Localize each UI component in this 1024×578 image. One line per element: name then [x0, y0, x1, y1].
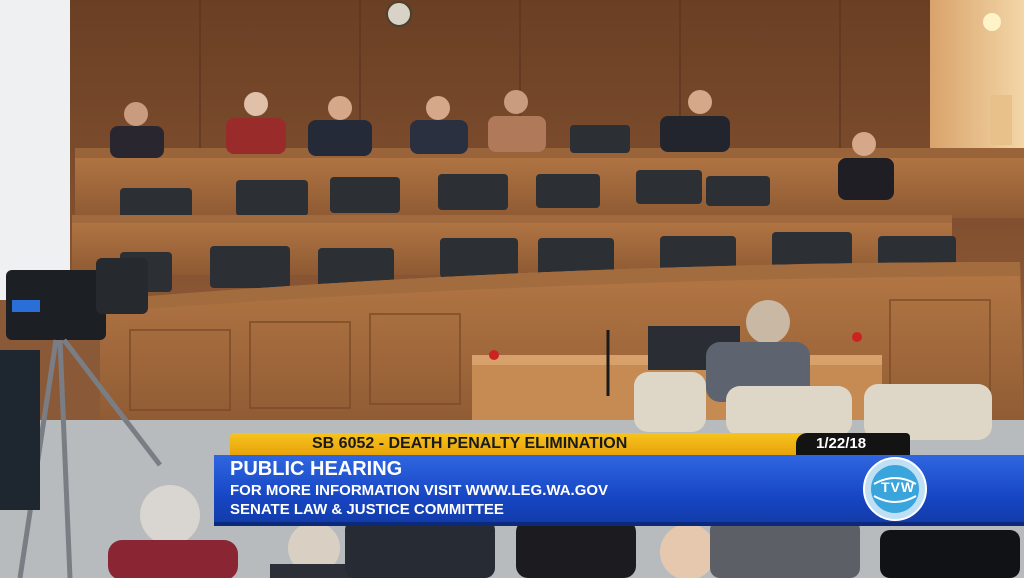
info-line: FOR MORE INFORMATION VISIT WWW.LEG.WA.GO…	[230, 482, 609, 499]
broadcast-lower-third: SB 6052 - DEATH PENALTY ELIMINATION 1/22…	[0, 0, 1024, 578]
hearing-date: 1/22/18	[816, 435, 867, 452]
logo-text: TVW	[881, 479, 916, 495]
info-banner-shadow	[214, 522, 1024, 526]
headline: PUBLIC HEARING	[230, 458, 403, 480]
bill-title: SB 6052 - DEATH PENALTY ELIMINATION	[312, 435, 628, 452]
committee-name: SENATE LAW & JUSTICE COMMITTEE	[230, 501, 504, 518]
